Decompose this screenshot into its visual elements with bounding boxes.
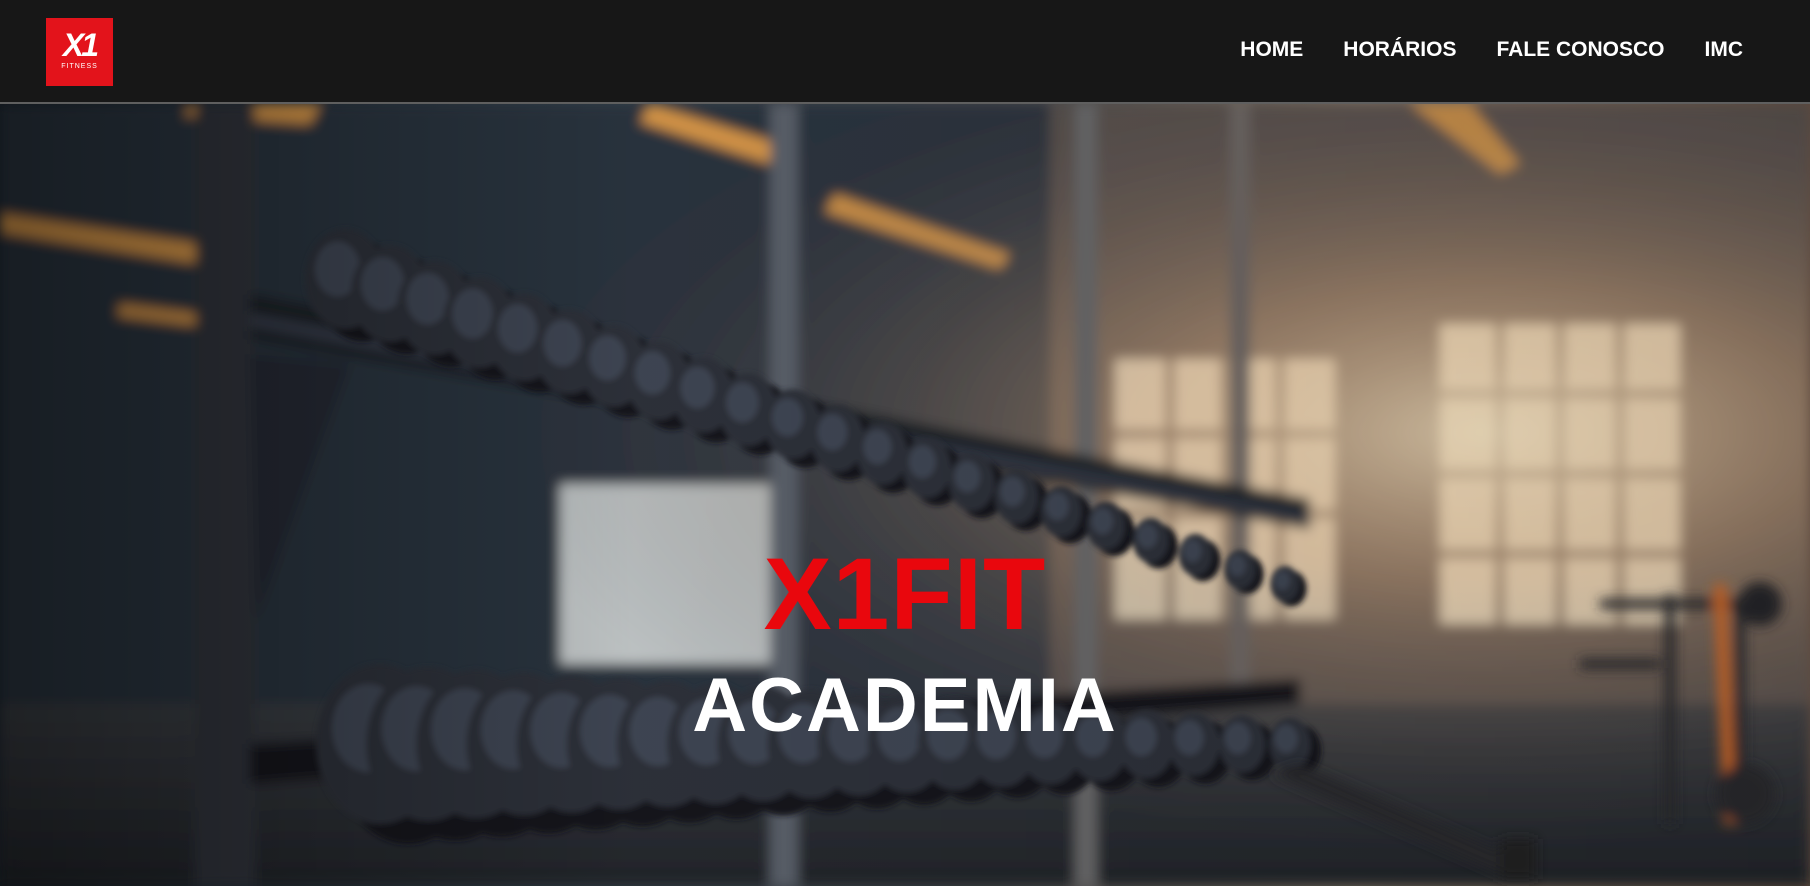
hero-background-image [0, 104, 1810, 886]
nav-link-horarios[interactable]: HORÁRIOS [1343, 37, 1456, 63]
hero-section: X1FIT ACADEMIA [0, 104, 1810, 886]
brand-logo[interactable]: X1 FITNESS [46, 18, 113, 86]
page: X1 FITNESS HOME HORÁRIOS FALE CONOSCO IM… [0, 0, 1810, 886]
nav-link-imc[interactable]: IMC [1705, 37, 1744, 63]
nav-link-home[interactable]: HOME [1240, 37, 1303, 63]
main-nav: HOME HORÁRIOS FALE CONOSCO IMC [1240, 37, 1743, 63]
hero-title: X1FIT [763, 537, 1047, 651]
hero-subtitle: ACADEMIA [692, 663, 1118, 748]
logo-subtext: FITNESS [61, 63, 98, 70]
logo-mark: X1 [62, 27, 99, 63]
nav-link-fale-conosco[interactable]: FALE CONOSCO [1496, 37, 1664, 63]
site-header: X1 FITNESS HOME HORÁRIOS FALE CONOSCO IM… [0, 0, 1810, 104]
